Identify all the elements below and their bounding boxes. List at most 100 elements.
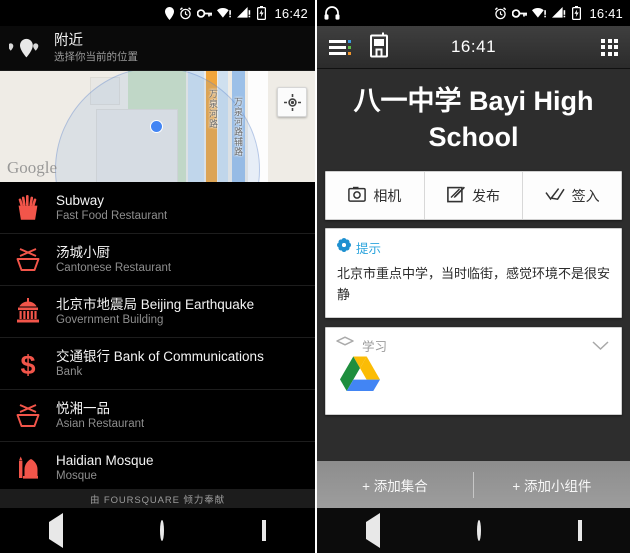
mosque-icon [8,454,48,481]
google-watermark: Google [7,158,58,177]
venue-category: Asian Restaurant [56,417,145,430]
status-bar-clock: 16:42 [274,5,308,21]
aviate-toolbar: 16:41 [317,26,630,73]
venue-category: Bank [56,365,83,378]
tip-card[interactable]: 提示 北京市重点中学，当时临街，感觉环境不是很安静 [325,228,622,318]
chevron-down-icon[interactable] [592,338,609,356]
home-icon[interactable] [476,519,481,541]
post-label: 发布 [472,187,500,204]
venue-text: 悦湘一品 Asian Restaurant [56,400,144,432]
venue-text: 北京市地震局 Beijing Earthquake Government Bui… [56,296,254,328]
venue-name: 北京市地震局 Beijing Earthquake [56,296,255,312]
map-view[interactable]: 万泉河路 万泉河路辅路 Google [0,70,315,182]
venue-name: Subway [56,192,105,208]
google-drive-icon[interactable] [340,356,380,395]
left-status-bar: 16:42 [0,0,315,26]
status-bar-clock: 16:41 [589,5,623,21]
foursquare-attribution: 由 FOURSQUARE 倾力奉献 [0,489,315,508]
compose-icon [447,186,465,206]
noodle-bowl-icon [8,402,48,429]
study-card-header: 学习 [336,336,611,355]
camera-button[interactable]: 相机 [326,172,425,219]
venue-text: 交通银行 Bank of Communications Bank [56,348,264,380]
headphones-icon [324,6,340,20]
venue-name: Haidian Mosque [56,452,154,468]
app-grid-icon[interactable] [601,38,618,56]
status-bar-left [324,6,494,20]
tip-flower-icon [337,238,351,257]
action-bar: 相机 发布 签入 [325,171,622,220]
back-icon[interactable] [365,512,380,548]
left-phone-screen: 16:42 附近 选择你当前的位置 万泉河路 万泉河路辅路 Google Sub… [0,0,315,553]
venue-category: Government Building [56,313,164,326]
status-bar-right: 16:41 [494,6,623,21]
aviate-body: 八一中学 Bayi High School 相机 发布 签入 提示 北京市重点中… [317,69,630,508]
alarm-clock-icon [494,6,507,20]
table-row[interactable]: Subway Fast Food Restaurant [0,182,315,234]
fries-icon [8,194,48,221]
venue-text: 汤城小厨 Cantonese Restaurant [56,244,171,276]
graduation-cap-icon [336,336,354,355]
checkin-button[interactable]: 签入 [523,172,621,219]
my-location-icon[interactable] [277,87,307,117]
nearby-subtitle: 选择你当前的位置 [54,50,138,63]
checkin-label: 签入 [571,187,600,204]
table-row[interactable]: 北京市地震局 Beijing Earthquake Government Bui… [0,286,315,338]
battery-charging-icon [257,6,267,20]
home-icon[interactable] [160,519,165,541]
camera-icon [348,186,367,205]
table-row[interactable]: $ 交通银行 Bank of Communications Bank [0,338,315,390]
noodle-bowl-icon [8,246,48,273]
page-title: 八一中学 Bayi High School [353,86,594,152]
signal-alert-icon [237,7,252,19]
dual-screenshot-container: 16:42 附近 选择你当前的位置 万泉河路 万泉河路辅路 Google Sub… [0,0,630,553]
study-label: 学习 [362,340,388,354]
tip-text: 北京市重点中学，当时临街，感觉环境不是很安静 [337,266,611,302]
hamburger-menu-icon[interactable] [329,39,351,55]
study-collection-card[interactable]: 学习 [325,327,622,415]
svg-text:$: $ [20,350,35,378]
current-location-dot [150,120,163,133]
checkin-icon [545,187,565,204]
toolbar-clock: 16:41 [450,37,497,56]
venue-category: Fast Food Restaurant [56,209,168,222]
vpn-key-icon [512,8,528,19]
vpn-key-icon [197,8,213,19]
signal-alert-icon [552,7,567,19]
location-pin-icon [165,6,175,20]
nearby-header[interactable]: 附近 选择你当前的位置 [0,26,315,70]
left-navigation-bar [0,508,315,553]
status-bar-right: 16:42 [165,6,308,21]
add-bar: + 添加集合 + 添加小组件 [317,461,630,508]
nearby-venue-list[interactable]: Subway Fast Food Restaurant 汤城小厨 Cantone… [0,182,315,508]
table-row[interactable]: Haidian Mosque Mosque [0,442,315,494]
dollar-sign-icon: $ [8,350,48,378]
back-icon[interactable] [48,512,63,548]
table-row[interactable]: 汤城小厨 Cantonese Restaurant [0,234,315,286]
map-road-label-2: 万泉河路辅路 [233,97,243,157]
post-button[interactable]: 发布 [425,172,524,219]
add-collection-button[interactable]: + 添加集合 [317,475,473,495]
table-row[interactable]: 悦湘一品 Asian Restaurant [0,390,315,442]
nearby-title: 附近 [54,32,83,49]
alarm-clock-icon [179,6,192,20]
venue-category: Cantonese Restaurant [56,261,172,274]
right-navigation-bar [317,508,630,553]
battery-charging-icon [572,6,582,20]
venue-text: Subway Fast Food Restaurant [56,192,167,224]
add-widget-button[interactable]: + 添加小组件 [474,475,630,495]
map-road-label-1: 万泉河路 [208,89,218,129]
recents-icon[interactable] [262,519,267,541]
nearby-header-text: 附近 选择你当前的位置 [54,33,138,64]
recents-icon[interactable] [577,519,582,541]
map-pins-icon [8,37,44,59]
venue-name: 悦湘一品 [56,400,110,416]
venue-name: 汤城小厨 [56,244,110,260]
camera-label: 相机 [373,187,402,204]
venue-text: Haidian Mosque Mosque [56,452,154,484]
tip-header: 提示 [337,238,610,257]
building-icon[interactable] [348,31,410,73]
venue-category: Mosque [56,469,97,482]
wifi-alert-icon [217,7,232,19]
right-status-bar: 16:41 [317,0,630,26]
